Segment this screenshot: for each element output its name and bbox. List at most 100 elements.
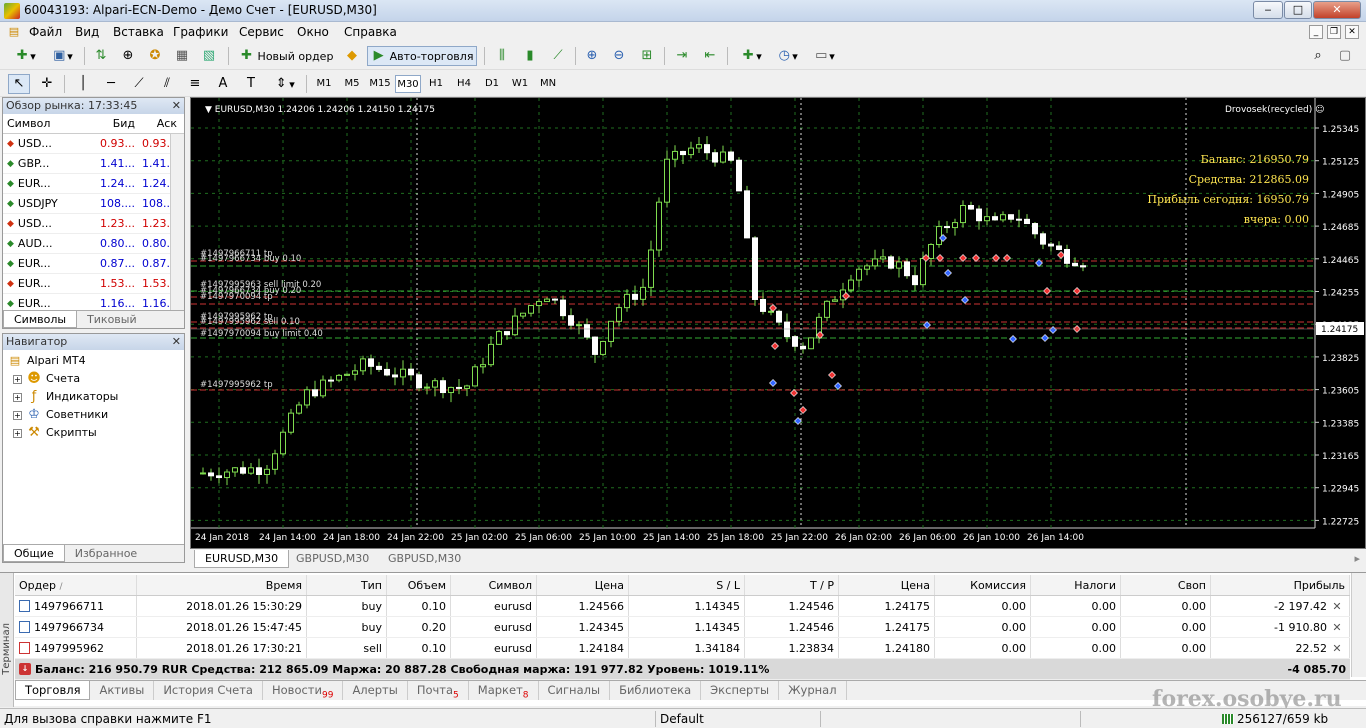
terminal-tab[interactable]: Сигналы [539,681,611,700]
crosshair-tool[interactable]: ✛ [36,74,58,94]
market-watch-toggle-button[interactable]: ⇅ [90,46,112,66]
timeframe-mn[interactable]: MN [535,75,561,93]
column-bid[interactable]: Бид [83,114,135,133]
col-sl[interactable]: S / L [629,575,745,595]
market-watch-row[interactable]: ◆ AUD... 0.80... 0.80... [3,234,184,254]
col-order[interactable]: Ордер / [15,575,137,595]
terminal-tab[interactable]: Маркет8 [469,681,539,700]
timeframe-m5[interactable]: M5 [339,75,365,93]
timeframe-m30[interactable]: M30 [395,75,421,93]
expand-icon[interactable]: + [13,428,22,438]
timeframe-m15[interactable]: M15 [367,75,393,93]
arrows-tool[interactable]: ⇕ ▾ [268,74,300,94]
market-watch-row[interactable]: ◆ USD... 1.23... 1.23... [3,214,184,234]
menu-charts[interactable]: Графики [173,25,228,39]
terminal-tab[interactable]: Эксперты [701,681,780,700]
nav-root[interactable]: ▤ Alpari MT4 [7,352,180,370]
col-time[interactable]: Время [137,575,307,595]
expand-icon[interactable]: + [13,374,22,384]
expand-icon[interactable]: + [13,392,22,402]
menu-insert[interactable]: Вставка [113,25,164,39]
terminal-tab[interactable]: Торговля [15,681,91,700]
indicators-button[interactable]: ✚ ▾ [733,46,769,66]
order-row[interactable]: 1497966711 2018.01.26 15:30:29 buy 0.10 euru… [15,596,1350,617]
column-ask[interactable]: Аск [135,114,177,133]
templates-button[interactable]: ▭ ▾ [807,46,841,66]
chart-tab-gbpusd[interactable]: GBPUSD,M30 [286,550,379,568]
minimize-button[interactable]: ‒ [1253,1,1283,19]
close-icon[interactable]: ✕ [172,334,181,350]
col-swap[interactable]: Своп [1121,575,1211,595]
profiles-button[interactable]: ▣ ▾ [46,46,78,66]
col-price[interactable]: Цена [537,575,629,595]
chart-window[interactable]: 1.25345 1.25125 1.24905 1.24685 1.24465 1.242… [190,97,1366,549]
menu-view[interactable]: Вид [75,25,99,39]
bar-chart-button[interactable]: ⫼ [491,46,513,66]
profile-name[interactable]: Default [660,712,704,726]
line-chart-button[interactable]: ⟋ [547,46,569,66]
col-profit[interactable]: Прибыль [1211,575,1350,595]
close-icon[interactable]: ✕ [172,98,181,114]
order-row[interactable]: 1497995962 2018.01.26 17:30:21 sell 0.10 eur… [15,638,1350,659]
nav-item-experts[interactable]: + ♔ Советники [7,406,180,424]
terminal-tab[interactable]: История Счета [154,681,263,700]
close-order-icon[interactable]: ✕ [1330,617,1344,638]
auto-scroll-button[interactable]: ⇥ [671,46,693,66]
timeframe-d1[interactable]: D1 [479,75,505,93]
tab-common[interactable]: Общие [3,545,65,562]
price-chart[interactable]: 1.25345 1.25125 1.24905 1.24685 1.24465 1.242… [191,98,1365,548]
vertical-line-tool[interactable]: │ [72,74,94,94]
meta-editor-button[interactable]: ◆ [341,46,363,66]
chart-tab-gbpusd-2[interactable]: GBPUSD,M30 [378,550,471,568]
menu-tools[interactable]: Сервис [239,25,284,39]
column-symbol[interactable]: Символ [3,114,83,133]
market-watch-row[interactable]: ◆ USDJPY 108.... 108.... [3,194,184,214]
new-chart-button[interactable]: ✚ ▾ [8,46,42,66]
close-button[interactable]: ✕ [1313,1,1361,19]
chart-shift-button[interactable]: ⇤ [699,46,721,66]
text-label-tool[interactable]: T [240,74,262,94]
terminal-toggle-button[interactable]: ▦ [171,46,193,66]
strategy-tester-button[interactable]: ▧ [198,46,220,66]
search-button[interactable]: ⌕ [1307,46,1329,66]
mdi-minimize-button[interactable]: _ [1309,25,1323,39]
terminal-tab[interactable]: Почта5 [408,681,469,700]
col-type[interactable]: Тип [307,575,387,595]
tile-windows-button[interactable]: ⊞ [636,46,658,66]
close-order-icon[interactable]: ✕ [1330,596,1344,617]
timeframe-w1[interactable]: W1 [507,75,533,93]
mdi-restore-button[interactable]: ❐ [1327,25,1341,39]
chart-tab-eurusd[interactable]: EURUSD,M30 [194,550,290,568]
terminal-tab[interactable]: Журнал [779,681,847,700]
candle-chart-button[interactable]: ▮ [519,46,541,66]
timeframe-h1[interactable]: H1 [423,75,449,93]
tabs-scroll-right-icon[interactable]: ▸ [1354,552,1360,565]
col-volume[interactable]: Объем [387,575,451,595]
menu-help[interactable]: Справка [344,25,397,39]
zoom-out-button[interactable]: ⊖ [608,46,630,66]
tab-favorites[interactable]: Избранное [65,545,147,562]
cursor-tool[interactable]: ↖ [8,74,30,94]
market-watch-row[interactable]: ◆ USD... 0.93... 0.93... [3,134,184,154]
timeframe-h4[interactable]: H4 [451,75,477,93]
timeframe-m1[interactable]: M1 [311,75,337,93]
market-watch-row[interactable]: ◆ EUR... 0.87... 0.87... [3,254,184,274]
col-symbol[interactable]: Символ [451,575,537,595]
nav-item-scripts[interactable]: + ⚒ Скрипты [7,424,180,442]
new-order-button[interactable]: ✚ Новый ордер [235,46,337,66]
channel-tool[interactable]: ⫽ [156,74,178,94]
col-tp[interactable]: T / P [745,575,839,595]
navigator-toggle-button[interactable]: ✪ [144,46,166,66]
order-row[interactable]: 1497966734 2018.01.26 15:47:45 buy 0.20 euru… [15,617,1350,638]
nav-item-accounts[interactable]: + ☻ Счета [7,370,180,388]
tab-symbols[interactable]: Символы [3,311,78,328]
col-commission[interactable]: Комиссия [935,575,1031,595]
market-watch-scrollbar[interactable] [170,134,184,310]
account-summary-row[interactable]: ↓ Баланс: 216 950.79 RUR Средства: 212 8… [15,659,1350,680]
zoom-in-button[interactable]: ⊕ [581,46,603,66]
mdi-close-button[interactable]: ✕ [1345,25,1359,39]
terminal-scrollbar[interactable] [1351,573,1366,677]
nav-item-indicators[interactable]: + ƒ Индикаторы [7,388,180,406]
terminal-tab[interactable]: Алерты [343,681,408,700]
menu-file[interactable]: Файл [29,25,62,39]
